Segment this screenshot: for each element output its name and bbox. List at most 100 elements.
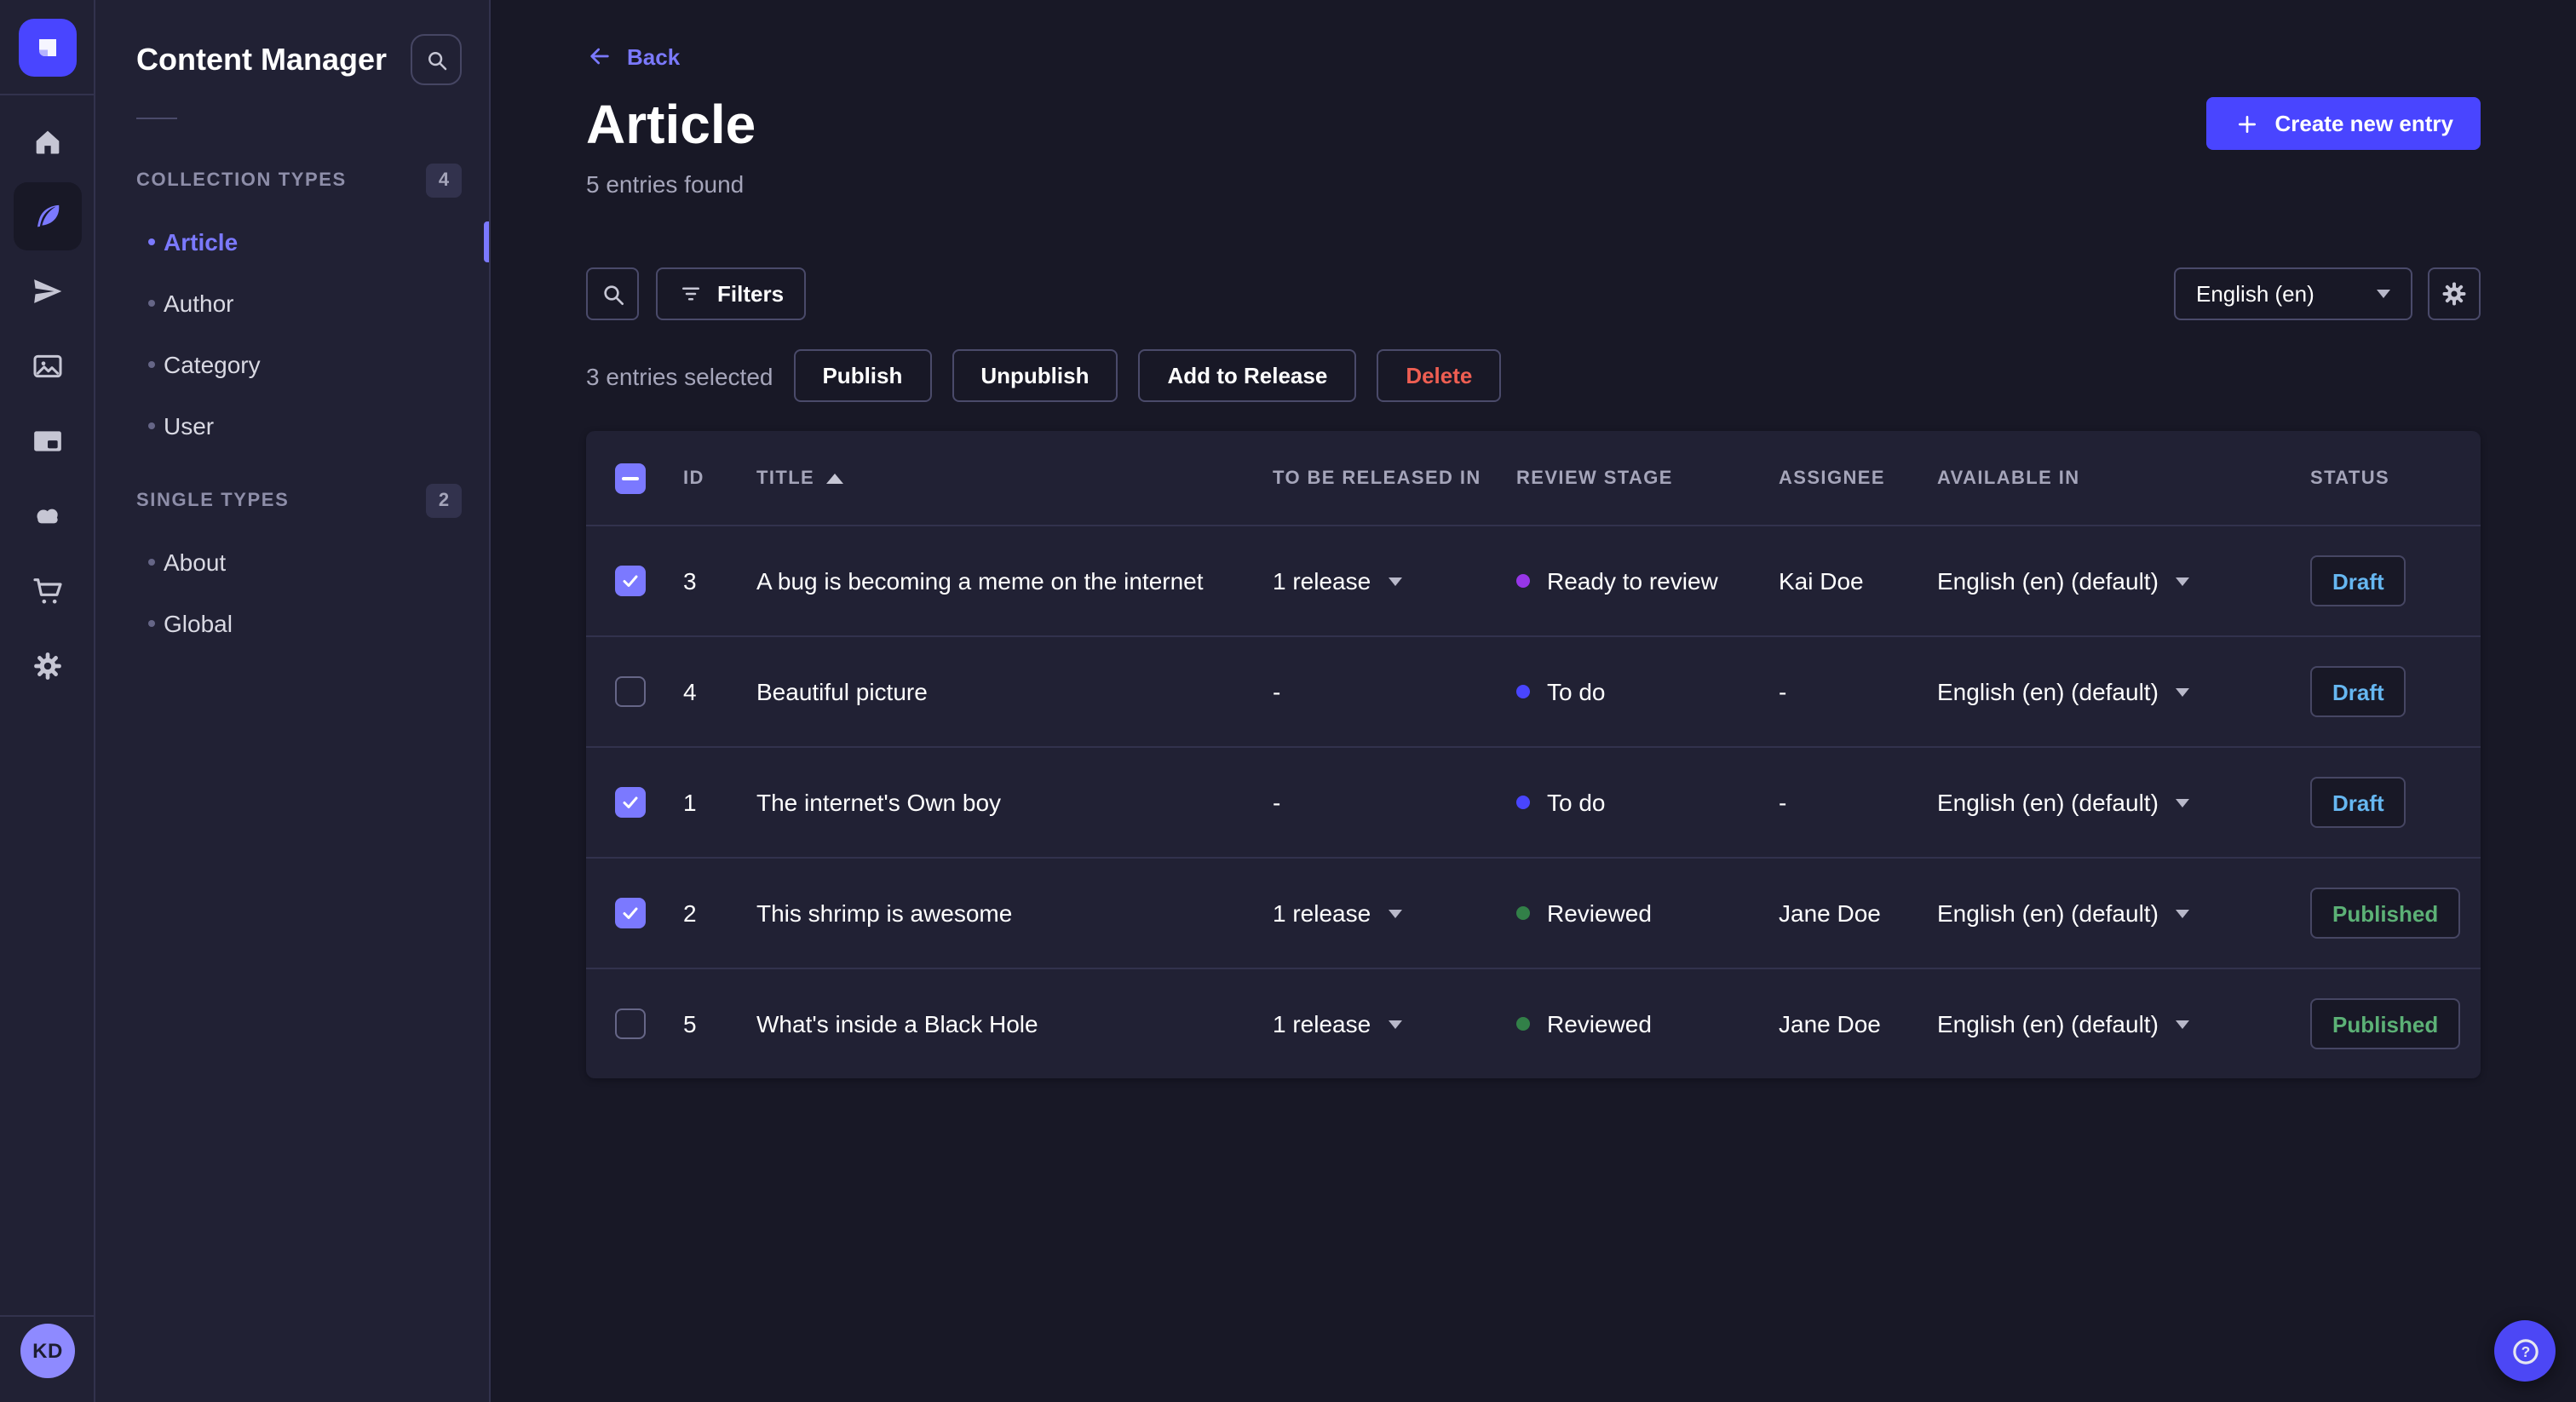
locale-value: English (en) (default) — [1937, 1010, 2159, 1037]
layout-card-icon — [34, 431, 61, 451]
subnav-item-label: Category — [164, 351, 261, 378]
row-checkbox[interactable] — [615, 566, 646, 596]
cell-assignee: Jane Doe — [1779, 1010, 1881, 1037]
sidebar-item-home[interactable] — [14, 107, 82, 175]
cell-review-stage: To do — [1516, 678, 1606, 705]
search-button[interactable] — [586, 267, 639, 320]
row-checkbox[interactable] — [615, 898, 646, 928]
section-count-badge: 2 — [426, 484, 462, 518]
sidebar-item-content-manager[interactable] — [14, 182, 82, 250]
locale-value: English (en) (default) — [1937, 678, 2159, 705]
column-header-release[interactable]: TO BE RELEASED IN — [1273, 468, 1481, 488]
table-row[interactable]: 5 What's inside a Black Hole 1 release R… — [586, 968, 2481, 1078]
subnav-item-author[interactable]: Author — [95, 273, 489, 334]
stage-dot-icon — [1516, 1017, 1530, 1031]
sidebar-nav — [0, 107, 95, 700]
column-header-status[interactable]: STATUS — [2310, 468, 2389, 488]
entries-table: ID TITLE TO BE RELEASED IN REVIEW STAGE … — [586, 431, 2481, 1078]
locale-select[interactable]: English (en) — [2174, 267, 2412, 320]
cell-locale-dropdown[interactable]: English (en) (default) — [1937, 899, 2189, 927]
sidebar-item-cloud[interactable] — [14, 482, 82, 550]
chevron-down-icon — [2175, 909, 2189, 917]
subnav-item-label: Global — [164, 610, 233, 637]
sidebar-item-marketplace[interactable] — [14, 557, 82, 625]
subnav-item-category[interactable]: Category — [95, 334, 489, 395]
add-to-release-button[interactable]: Add to Release — [1138, 349, 1357, 402]
filters-button[interactable]: Filters — [656, 267, 807, 320]
cloud-icon — [37, 509, 58, 524]
stage-dot-icon — [1516, 906, 1530, 920]
subnav-item-about[interactable]: About — [95, 531, 489, 593]
status-badge: Published — [2310, 888, 2461, 939]
back-link[interactable]: Back — [586, 43, 680, 70]
table-row[interactable]: 3 A bug is becoming a meme on the intern… — [586, 525, 2481, 635]
table-row[interactable]: 2 This shrimp is awesome 1 release Revie… — [586, 857, 2481, 968]
help-button[interactable]: ? — [2494, 1320, 2556, 1382]
stage-value: Reviewed — [1547, 1010, 1652, 1037]
publish-button[interactable]: Publish — [793, 349, 932, 402]
subnav-search-button[interactable] — [411, 34, 462, 85]
cell-locale-dropdown[interactable]: English (en) (default) — [1937, 567, 2189, 595]
subnav-item-user[interactable]: User — [95, 395, 489, 457]
user-avatar[interactable]: KD — [20, 1324, 75, 1378]
active-indicator — [484, 221, 489, 262]
column-header-available-in[interactable]: AVAILABLE IN — [1937, 468, 2080, 488]
create-new-entry-label: Create new entry — [2274, 111, 2453, 136]
content-manager-subnav: Content Manager COLLECTION TYPES 4 Artic… — [95, 0, 491, 1402]
bullet-icon — [148, 559, 155, 566]
cell-locale-dropdown[interactable]: English (en) (default) — [1937, 789, 2189, 816]
gear-icon — [34, 652, 61, 680]
sidebar-item-content-type-builder[interactable] — [14, 407, 82, 475]
subnav-item-global[interactable]: Global — [95, 593, 489, 654]
column-header-assignee[interactable]: ASSIGNEE — [1779, 468, 1885, 488]
check-icon — [623, 796, 638, 808]
table-row[interactable]: 1 The internet's Own boy - To do - Engli… — [586, 746, 2481, 857]
unpublish-button[interactable]: Unpublish — [952, 349, 1118, 402]
sidebar-item-settings[interactable] — [14, 632, 82, 700]
release-value: 1 release — [1273, 899, 1371, 927]
chevron-down-icon — [2175, 577, 2189, 585]
page-title: Article — [586, 94, 756, 155]
strapi-logo[interactable] — [18, 18, 76, 76]
shopping-cart-icon — [33, 578, 62, 604]
row-checkbox[interactable] — [615, 676, 646, 707]
row-checkbox[interactable] — [615, 787, 646, 818]
cell-id: 1 — [683, 789, 697, 816]
cell-locale-dropdown[interactable]: English (en) (default) — [1937, 678, 2189, 705]
subnav-item-article[interactable]: Article — [95, 211, 489, 273]
paper-plane-icon — [34, 279, 62, 303]
subnav-item-label: About — [164, 549, 227, 576]
search-icon — [428, 51, 446, 70]
column-header-id[interactable]: ID — [683, 468, 704, 488]
subnav-divider — [136, 118, 177, 119]
back-label: Back — [627, 43, 681, 69]
column-header-title[interactable]: TITLE — [756, 468, 844, 488]
strapi-logo-icon — [38, 38, 55, 55]
filter-icon — [682, 287, 699, 301]
cell-locale-dropdown[interactable]: English (en) (default) — [1937, 1010, 2189, 1037]
column-header-review-stage[interactable]: REVIEW STAGE — [1516, 468, 1673, 488]
sidebar-item-media-library[interactable] — [14, 332, 82, 400]
view-settings-button[interactable] — [2428, 267, 2481, 320]
svg-text:?: ? — [2521, 1342, 2530, 1359]
bullet-icon — [148, 238, 155, 245]
cell-release: - — [1273, 678, 1281, 705]
main-content: Back Article 5 entries found Create new … — [491, 0, 2576, 1402]
row-checkbox[interactable] — [615, 1008, 646, 1039]
cell-id: 3 — [683, 567, 697, 595]
cell-review-stage: Reviewed — [1516, 1010, 1652, 1037]
app-window: KD Content Manager COLLECTION TYPES 4 Ar… — [0, 0, 2576, 1402]
sidebar-item-releases[interactable] — [14, 257, 82, 325]
delete-button[interactable]: Delete — [1377, 349, 1502, 402]
feather-icon — [37, 204, 60, 227]
cell-title: The internet's Own boy — [756, 789, 1002, 816]
bullet-icon — [148, 620, 155, 627]
cell-release-dropdown[interactable]: 1 release — [1273, 567, 1402, 595]
cell-release-dropdown[interactable]: 1 release — [1273, 899, 1402, 927]
cell-release-dropdown[interactable]: 1 release — [1273, 1010, 1402, 1037]
create-new-entry-button[interactable]: Create new entry — [2206, 97, 2481, 150]
cell-assignee: Jane Doe — [1779, 899, 1881, 927]
table-row[interactable]: 4 Beautiful picture - To do - English (e… — [586, 635, 2481, 746]
cell-assignee: - — [1779, 678, 1787, 705]
select-all-checkbox[interactable] — [615, 463, 646, 493]
